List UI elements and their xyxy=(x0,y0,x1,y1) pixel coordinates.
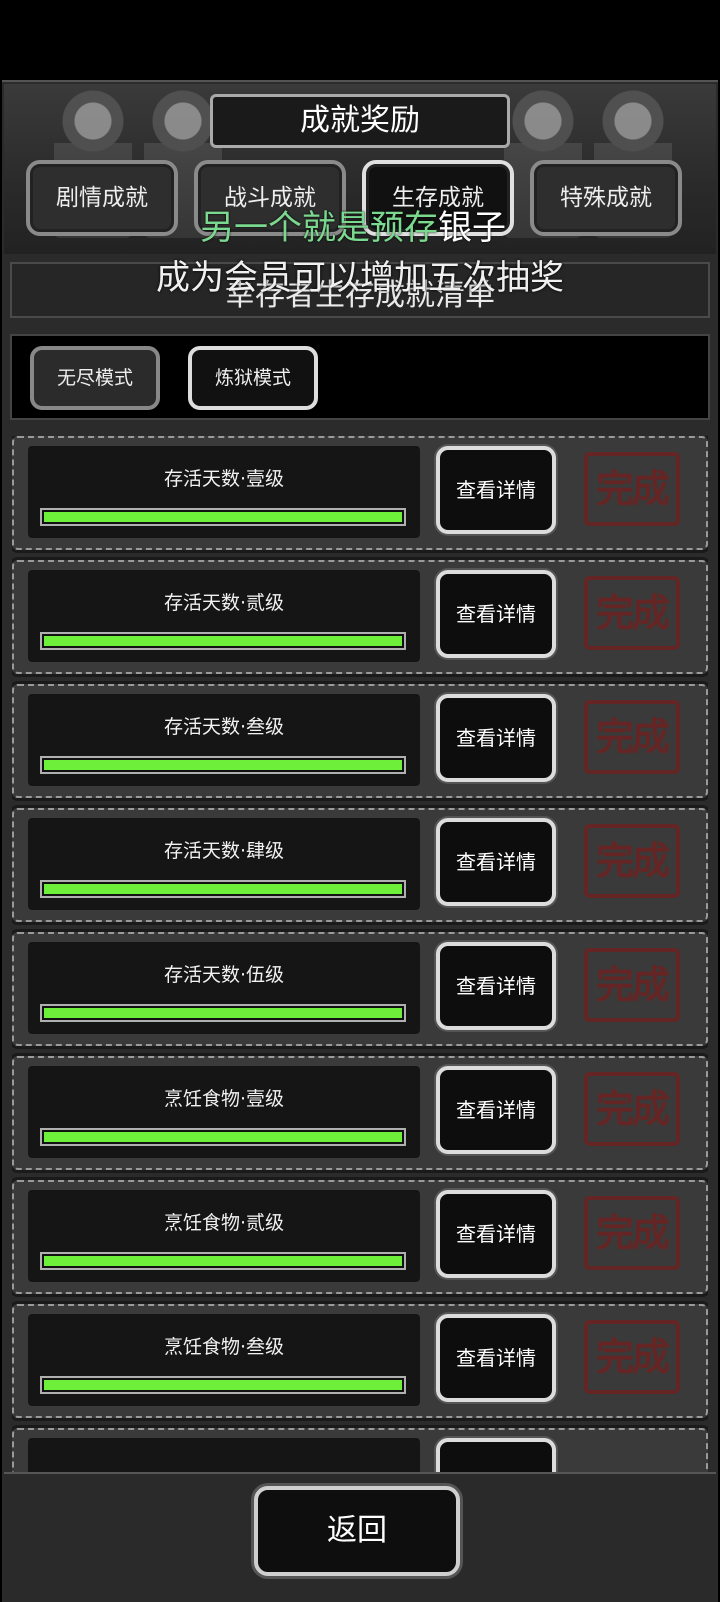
achievement-card: 存活天数·肆级 查看详情 完成 xyxy=(12,808,708,922)
progress-bar xyxy=(40,756,406,774)
achievement-card: 存活天数·伍级 查看详情 完成 xyxy=(12,932,708,1046)
view-details-button[interactable]: 查看详情 xyxy=(436,694,556,782)
achievement-card: 存活天数·壹级 查看详情 完成 xyxy=(12,436,708,550)
progress-fill xyxy=(44,1380,402,1390)
progress-fill xyxy=(44,1132,402,1142)
progress-bar xyxy=(40,1128,406,1146)
video-caption-line-1: 另一个就是预存银子 xyxy=(200,200,506,249)
progress-bar xyxy=(40,508,406,526)
achievement-name: 烹饪食物·贰级 xyxy=(163,1212,285,1234)
completed-stamp: 完成 xyxy=(584,700,680,774)
tab-special[interactable]: 特殊成就 xyxy=(530,160,682,236)
video-caption-line-2: 成为会员可以增加五次抽奖 xyxy=(156,258,564,298)
achievement-name: 存活天数·叁级 xyxy=(163,716,285,738)
achievement-card: 烹饪食物·贰级 查看详情 完成 xyxy=(12,1180,708,1294)
achievement-card: 烹饪食物·壹级 查看详情 完成 xyxy=(12,1056,708,1170)
completed-stamp: 完成 xyxy=(584,948,680,1022)
achievement-info xyxy=(28,1438,420,1472)
progress-bar xyxy=(40,1252,406,1270)
achievement-info: 存活天数·壹级 xyxy=(28,446,420,538)
caption-white-text: 银子 xyxy=(438,208,506,248)
completed-stamp: 完成 xyxy=(584,1072,680,1146)
achievement-name: 存活天数·壹级 xyxy=(163,468,285,490)
achievement-info: 烹饪食物·壹级 xyxy=(28,1066,420,1158)
achievement-info: 烹饪食物·贰级 xyxy=(28,1190,420,1282)
progress-fill xyxy=(44,760,402,770)
completed-stamp: 完成 xyxy=(584,1320,680,1394)
progress-bar xyxy=(40,1004,406,1022)
tab-story[interactable]: 剧情成就 xyxy=(26,160,178,236)
progress-bar xyxy=(40,632,406,650)
view-details-button[interactable]: 查看详情 xyxy=(436,1190,556,1278)
achievement-info: 存活天数·叁级 xyxy=(28,694,420,786)
achievement-name: 烹饪食物·壹级 xyxy=(163,1088,285,1110)
page-title: 成就奖励 xyxy=(300,103,420,138)
achievement-name: 存活天数·贰级 xyxy=(163,592,285,614)
progress-fill xyxy=(44,884,402,894)
view-details-button[interactable]: 查看详情 xyxy=(436,1314,556,1402)
progress-bar xyxy=(40,1376,406,1394)
mode-endless-button[interactable]: 无尽模式 xyxy=(30,346,160,410)
achievement-name: 存活天数·伍级 xyxy=(163,964,285,986)
progress-fill xyxy=(44,1256,402,1266)
achievement-info: 存活天数·伍级 xyxy=(28,942,420,1034)
achievement-card: 存活天数·贰级 查看详情 完成 xyxy=(12,560,708,674)
completed-stamp: 完成 xyxy=(584,824,680,898)
view-details-button[interactable]: 查看详情 xyxy=(436,1066,556,1154)
view-details-button[interactable]: 查看详情 xyxy=(436,818,556,906)
achievement-card: 烹饪食物·叁级 查看详情 完成 xyxy=(12,1304,708,1418)
completed-stamp: 完成 xyxy=(584,576,680,650)
mode-purgatory-button[interactable]: 炼狱模式 xyxy=(188,346,318,410)
achievement-info: 存活天数·肆级 xyxy=(28,818,420,910)
progress-bar xyxy=(40,880,406,898)
view-details-button[interactable]: 查看详情 xyxy=(436,570,556,658)
achievement-card: 存活天数·叁级 查看详情 完成 xyxy=(12,684,708,798)
progress-fill xyxy=(44,512,402,522)
completed-stamp: 完成 xyxy=(584,1196,680,1270)
view-details-button[interactable]: 查看详情 xyxy=(436,942,556,1030)
view-details-button[interactable]: 查看详情 xyxy=(436,446,556,534)
progress-fill xyxy=(44,636,402,646)
achievement-info: 存活天数·贰级 xyxy=(28,570,420,662)
achievement-list[interactable]: 存活天数·壹级 查看详情 完成 存活天数·贰级 查看详情 完成 存活天数·叁级 … xyxy=(12,436,708,1472)
progress-fill xyxy=(44,1008,402,1018)
achievement-info: 烹饪食物·叁级 xyxy=(28,1314,420,1406)
caption-green-text: 另一个就是预存 xyxy=(200,208,438,248)
view-details-button[interactable] xyxy=(436,1438,556,1472)
achievement-name: 烹饪食物·叁级 xyxy=(163,1336,285,1358)
back-button[interactable]: 返回 xyxy=(254,1486,460,1576)
achievement-name: 存活天数·肆级 xyxy=(163,840,285,862)
achievement-card-partial xyxy=(12,1428,708,1472)
completed-stamp: 完成 xyxy=(584,452,680,526)
